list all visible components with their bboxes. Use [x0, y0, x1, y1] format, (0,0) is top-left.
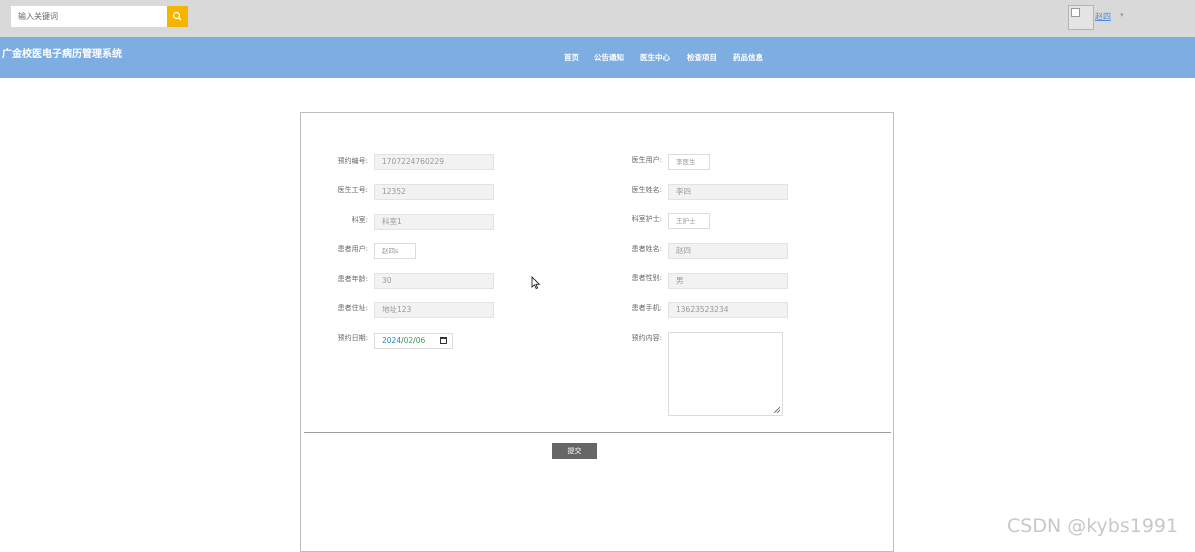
mouse-cursor-icon: [531, 276, 541, 290]
watermark: CSDN @kybs1991: [1007, 515, 1179, 537]
field-patient-user[interactable]: 赵四s: [374, 243, 416, 259]
username-link[interactable]: 赵四: [1095, 11, 1111, 22]
nav-item-doctor-center[interactable]: 医生中心: [640, 52, 670, 63]
label-patient-user: 患者用户:: [337, 245, 368, 253]
nav-item-exam-items[interactable]: 检查项目: [687, 52, 717, 63]
date-input[interactable]: 2024/02/06: [374, 333, 453, 349]
label-doctor-name: 医生姓名:: [631, 186, 662, 194]
label-appointment-date: 预约日期:: [337, 334, 368, 342]
date-day: 06: [415, 336, 426, 345]
field-department[interactable]: 科室1: [374, 214, 494, 230]
submit-button[interactable]: 提交: [552, 443, 597, 459]
field-doctor-id[interactable]: 12352: [374, 184, 494, 200]
date-month: 02: [403, 336, 414, 345]
label-patient-address: 患者住址:: [337, 304, 368, 312]
label-patient-gender: 患者性别:: [631, 274, 662, 282]
label-patient-name: 患者姓名:: [631, 245, 662, 253]
field-patient-name[interactable]: 赵四: [668, 243, 788, 259]
search-icon: [172, 11, 182, 21]
label-patient-age: 患者年龄:: [337, 275, 368, 283]
avatar[interactable]: [1068, 5, 1094, 30]
label-appointment-content: 预约内容:: [631, 334, 662, 342]
label-appointment-no: 预约编号:: [337, 157, 368, 165]
field-doctor-name[interactable]: 李四: [668, 184, 788, 200]
label-doctor-id: 医生工号:: [337, 186, 368, 194]
top-bar: 赵四 ▾: [0, 0, 1195, 37]
field-nurse[interactable]: 王护士: [668, 213, 710, 229]
site-title: 广金校医电子病历管理系统: [2, 49, 122, 60]
field-patient-age[interactable]: 30: [374, 273, 494, 289]
nav-item-notices[interactable]: 公告通知: [594, 52, 624, 63]
label-department: 科室:: [351, 216, 368, 224]
search-button[interactable]: [167, 6, 188, 27]
nav-bar: 广金校医电子病历管理系统 首页 公告通知 医生中心 检查项目 药品信息: [0, 37, 1195, 78]
label-doctor-user: 医生用户:: [631, 156, 662, 164]
search-input[interactable]: [11, 6, 167, 27]
label-patient-phone: 患者手机:: [631, 304, 662, 312]
content-textarea[interactable]: [668, 332, 783, 416]
calendar-icon[interactable]: [440, 337, 447, 344]
date-year: 2024: [382, 336, 402, 345]
field-appointment-no[interactable]: 1707224760229: [374, 154, 494, 170]
chevron-down-icon[interactable]: ▾: [1120, 11, 1124, 19]
field-patient-gender[interactable]: 男: [668, 273, 788, 289]
appointment-form-card: 预约编号: 1707224760229 医生工号: 12352 科室: 科室1 …: [300, 112, 894, 552]
resize-grip-icon[interactable]: [774, 407, 780, 413]
divider: [304, 432, 891, 433]
nav-item-home[interactable]: 首页: [564, 52, 579, 63]
field-patient-address[interactable]: 地址123: [374, 302, 494, 318]
field-patient-phone[interactable]: 13623523234: [668, 302, 788, 318]
field-doctor-user[interactable]: 李医生: [668, 154, 710, 170]
broken-image-icon: [1071, 8, 1080, 17]
label-nurse: 科室护士:: [631, 215, 662, 223]
nav-item-drug-info[interactable]: 药品信息: [733, 52, 763, 63]
